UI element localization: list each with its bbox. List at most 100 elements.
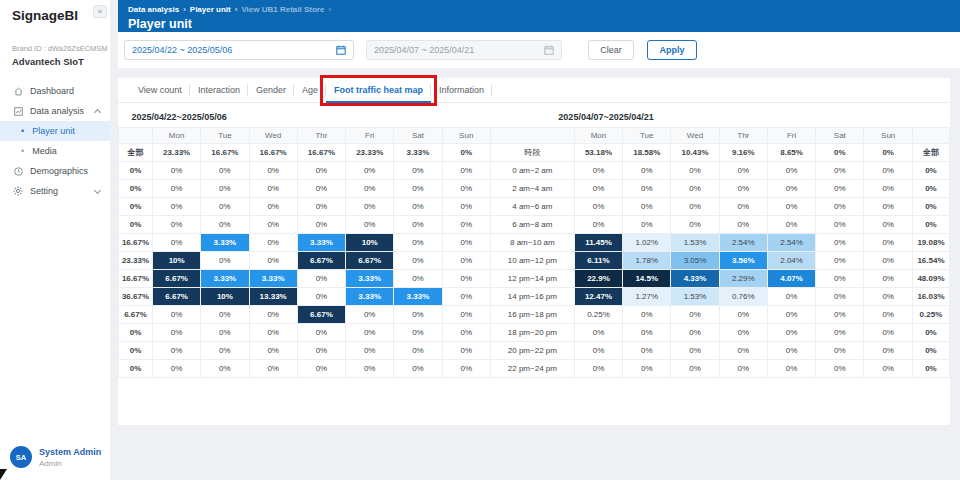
time-slot-label: 12 pm~14 pm (490, 269, 574, 287)
filter-bar: 2025/04/22 ~ 2025/05/06 2025/04/07 ~ 202… (118, 32, 960, 68)
sidebar-item-setting[interactable]: Setting (0, 181, 110, 201)
heatmap-cell: 0% (394, 341, 442, 359)
heatmap-cell: 12.47% (574, 287, 622, 305)
heatmap-cell: 0% (719, 359, 767, 377)
heatmap-cell: 0% (623, 215, 671, 233)
heatmap-cell: 0% (767, 197, 815, 215)
heatmap-cell: 3.33% (249, 269, 297, 287)
heatmap-cell: 0% (249, 161, 297, 179)
tab-foot-traffic-heat-map[interactable]: Foot traffic heat map (326, 78, 431, 103)
tab-age[interactable]: Age (294, 78, 326, 103)
heatmap-cell: 0% (153, 359, 201, 377)
heatmap-cell: 0% (201, 359, 249, 377)
heatmap-cell: 0% (297, 197, 345, 215)
heatmap-cell: 0% (671, 197, 719, 215)
tab-interaction[interactable]: Interaction (190, 78, 248, 103)
day-header: Fri (346, 127, 394, 143)
clear-button[interactable]: Clear (588, 40, 634, 60)
row-total: 0% (119, 161, 153, 179)
tab-information[interactable]: Information (431, 78, 492, 103)
breadcrumb-item[interactable]: Player unit (190, 5, 231, 14)
sidebar-item-media[interactable]: • Media (0, 141, 110, 161)
heatmap-cell: 0% (394, 269, 442, 287)
heatmap-cell: 0% (249, 359, 297, 377)
tab-view-count[interactable]: View count (130, 78, 190, 103)
heatmap-cell: 0% (442, 251, 490, 269)
heatmap-cell: 0% (249, 323, 297, 341)
heatmap-cell: 0% (767, 359, 815, 377)
heatmap-cell: 2.29% (719, 269, 767, 287)
main-content: Data analysis›Player unit›View UB1 Retai… (118, 0, 960, 480)
heatmap-cell: 0% (297, 359, 345, 377)
sidebar-item-label: Dashboard (30, 86, 74, 96)
heatmap-cell: 0% (574, 359, 622, 377)
row-total: 0% (119, 323, 153, 341)
time-slot-label: 4 am~6 am (490, 197, 574, 215)
day-header: Sun (442, 127, 490, 143)
heatmap-cell: 10% (346, 233, 394, 251)
day-total: 9.16% (719, 143, 767, 161)
heatmap-cell: 0% (574, 161, 622, 179)
sidebar-item-player-unit[interactable]: • Player unit (0, 121, 110, 141)
heatmap-cell: 0% (297, 179, 345, 197)
heatmap-cell: 0% (394, 305, 442, 323)
day-total: 8.65% (767, 143, 815, 161)
tab-gender[interactable]: Gender (248, 78, 294, 103)
apply-button[interactable]: Apply (647, 40, 697, 60)
heatmap-cell: 0% (767, 323, 815, 341)
breadcrumb-item[interactable]: View UB1 Retail Store (241, 5, 324, 14)
heatmap-cell: 0% (249, 179, 297, 197)
sidebar-item-demographics[interactable]: Demographics (0, 161, 110, 181)
heatmap-cell: 0% (767, 305, 815, 323)
breadcrumb-item[interactable]: Data analysis (128, 5, 179, 14)
heatmap-row: 6.67%0%0%0%6.67%0%0%0%16 pm~18 pm0.25%0%… (119, 305, 950, 323)
sidebar-item-data-analysis[interactable]: Data analysis (0, 101, 110, 121)
heatmap-cell: 6.67% (153, 269, 201, 287)
heatmap-cell: 0% (249, 305, 297, 323)
heatmap-cell: 0% (816, 269, 864, 287)
heatmap-cell: 0% (574, 341, 622, 359)
home-icon (13, 86, 23, 96)
row-total: 0.25% (912, 305, 949, 323)
day-header: Tue (201, 127, 249, 143)
heatmap-cell: 2.04% (767, 251, 815, 269)
sidebar-collapse-button[interactable]: « (93, 5, 107, 18)
sidebar-item-dashboard[interactable]: Dashboard (0, 81, 110, 101)
heatmap-cell: 0% (297, 323, 345, 341)
heatmap-cell: 0% (201, 215, 249, 233)
heatmap-cell: 0% (671, 359, 719, 377)
date-range-picker-compare[interactable]: 2025/04/07 ~ 2025/04/21 (366, 40, 562, 60)
heatmap-cell: 1.78% (623, 251, 671, 269)
date-range-picker-primary[interactable]: 2025/04/22 ~ 2025/05/06 (124, 40, 354, 60)
heatmap-cell: 1.53% (671, 233, 719, 251)
heatmap-cell: 14.5% (623, 269, 671, 287)
row-total: 0% (912, 161, 949, 179)
time-slot-label: 14 pm~16 pm (490, 287, 574, 305)
heatmap-cell: 0% (297, 287, 345, 305)
day-total: 53.18% (574, 143, 622, 161)
chevron-up-icon (94, 108, 101, 115)
user-profile[interactable]: SA System Admin Admin (0, 446, 110, 468)
row-total: 16.67% (119, 269, 153, 287)
heatmap-cell: 0% (442, 215, 490, 233)
heatmap-cell: 0% (394, 161, 442, 179)
heatmap-cell: 0% (153, 323, 201, 341)
heatmap-cell: 1.02% (623, 233, 671, 251)
heatmap-cell: 0% (623, 305, 671, 323)
heatmap-row: 0%0%0%0%0%0%0%0%20 pm~22 pm0%0%0%0%0%0%0… (119, 341, 950, 359)
heatmap-cell: 0% (864, 179, 912, 197)
heatmap-cell: 0% (394, 197, 442, 215)
heatmap-cell: 0% (864, 323, 912, 341)
heatmap-cell: 2.54% (767, 233, 815, 251)
row-total: 6.67% (119, 305, 153, 323)
day-total: 16.67% (249, 143, 297, 161)
time-slot-label: 6 am~8 am (490, 215, 574, 233)
day-header: Wed (249, 127, 297, 143)
row-total: 0% (119, 179, 153, 197)
heatmap-cell: 0% (816, 287, 864, 305)
heatmap-cell: 0% (346, 305, 394, 323)
time-slot-label: 22 pm~24 pm (490, 359, 574, 377)
row-total: 0% (912, 359, 949, 377)
heatmap-cell: 0% (623, 197, 671, 215)
row-total: 0% (912, 197, 949, 215)
